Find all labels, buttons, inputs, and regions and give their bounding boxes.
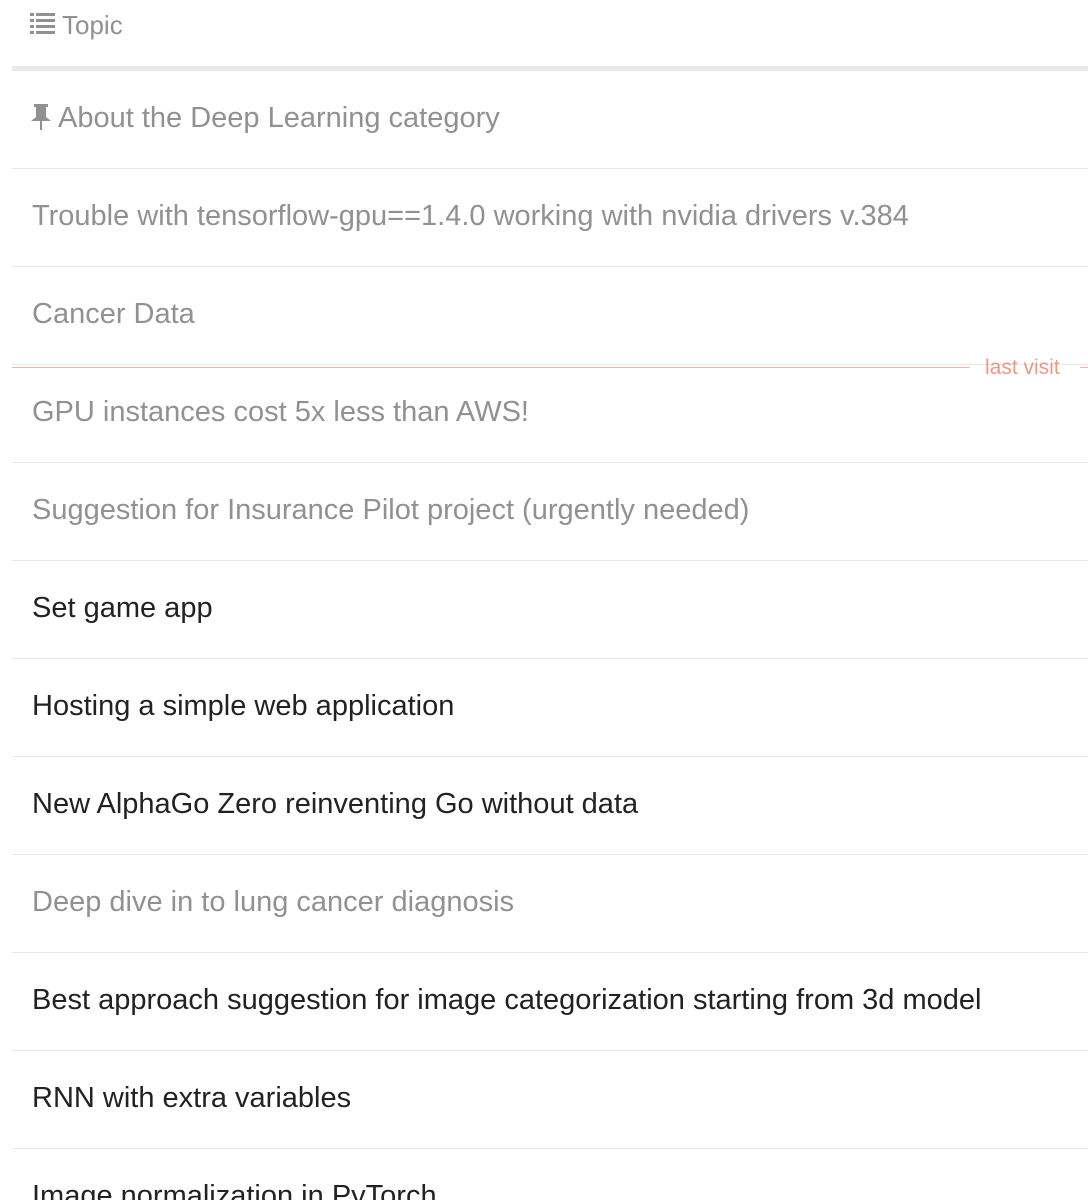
topic-row: Cancer Data: [12, 267, 1088, 365]
last-visit-label: last visit: [985, 356, 1060, 379]
topic-row: Best approach suggestion for image categ…: [12, 953, 1088, 1051]
topic-column-label: Topic: [62, 9, 123, 40]
topic-row: Image normalization in PyTorch: [12, 1149, 1088, 1200]
topic-row: Trouble with tensorflow-gpu==1.4.0 worki…: [12, 169, 1088, 267]
topic-row: New AlphaGo Zero reinventing Go without …: [12, 757, 1088, 855]
topic-row: Deep dive in to lung cancer diagnosis: [12, 855, 1088, 953]
topic-list-header: Topic: [12, 0, 1088, 71]
topic-title: About the Deep Learning category: [58, 102, 500, 134]
topic-link[interactable]: Deep dive in to lung cancer diagnosis: [32, 885, 514, 919]
topic-link[interactable]: Suggestion for Insurance Pilot project (…: [32, 493, 749, 527]
topic-title: Trouble with tensorflow-gpu==1.4.0 worki…: [32, 200, 909, 232]
topic-rows: About the Deep Learning category Trouble …: [12, 71, 1088, 1200]
topic-row: Hosting a simple web application: [12, 659, 1088, 757]
topic-column-header[interactable]: Topic: [30, 10, 123, 40]
topic-title: Cancer Data: [32, 298, 195, 330]
topic-title: RNN with extra variables: [32, 1082, 352, 1114]
pin-icon: [30, 104, 52, 130]
topic-title: Image normalization in PyTorch: [32, 1180, 437, 1200]
last-visit-line-end: [1080, 367, 1088, 368]
topic-title: Deep dive in to lung cancer diagnosis: [32, 886, 515, 918]
topic-link[interactable]: Trouble with tensorflow-gpu==1.4.0 worki…: [32, 199, 909, 233]
topic-row: GPU instances cost 5x less than AWS!: [12, 365, 1088, 463]
topic-link[interactable]: Image normalization in PyTorch: [32, 1179, 437, 1200]
topic-list: Topic About the Deep Learning category Tr…: [12, 0, 1088, 1200]
topic-link[interactable]: Set game app: [32, 591, 213, 625]
topic-link[interactable]: New AlphaGo Zero reinventing Go without …: [32, 787, 638, 821]
topic-link[interactable]: Cancer Data: [32, 297, 195, 331]
topic-link[interactable]: Hosting a simple web application: [32, 689, 454, 723]
topic-link[interactable]: RNN with extra variables: [32, 1081, 351, 1115]
topic-row: About the Deep Learning category: [12, 71, 1088, 169]
topic-row: RNN with extra variables: [12, 1051, 1088, 1149]
topic-row: Set game app: [12, 561, 1088, 659]
topic-link[interactable]: Best approach suggestion for image categ…: [32, 983, 981, 1017]
topic-title: Best approach suggestion for image categ…: [32, 984, 982, 1016]
topic-title: Set game app: [32, 592, 213, 624]
topic-title: New AlphaGo Zero reinventing Go without …: [32, 788, 639, 820]
topic-link[interactable]: GPU instances cost 5x less than AWS!: [32, 395, 529, 429]
last-visit-line: [12, 367, 970, 368]
topic-title: Suggestion for Insurance Pilot project (…: [32, 494, 750, 526]
topic-row: Suggestion for Insurance Pilot project (…: [12, 463, 1088, 561]
topic-link[interactable]: About the Deep Learning category: [30, 101, 500, 135]
topic-title: Hosting a simple web application: [32, 690, 455, 722]
last-visit-divider: last visit: [12, 356, 1088, 379]
list-icon: [30, 10, 62, 41]
topic-title: GPU instances cost 5x less than AWS!: [32, 396, 529, 428]
